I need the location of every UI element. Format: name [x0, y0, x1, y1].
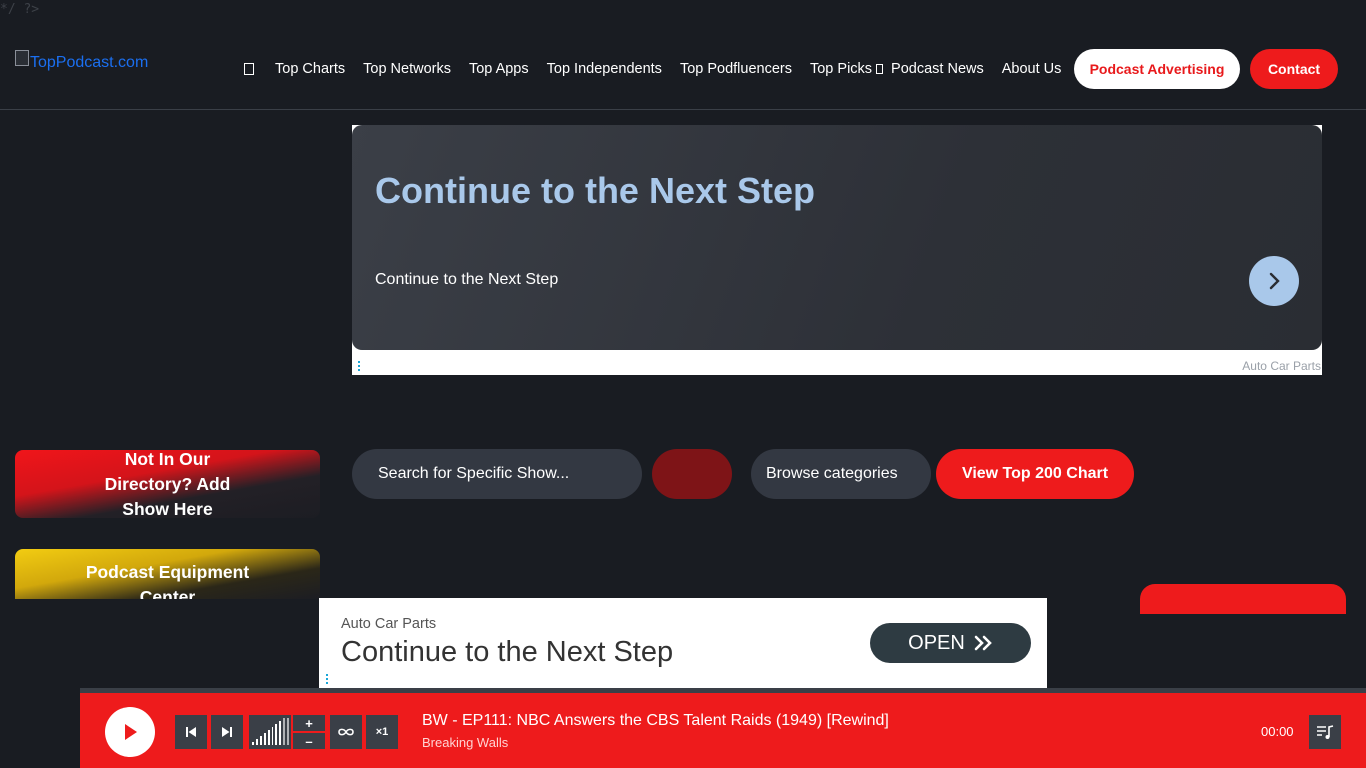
nav-top-apps[interactable]: Top Apps — [469, 58, 529, 80]
nav-top-networks[interactable]: Top Networks — [363, 58, 451, 80]
bottom-ad-sponsor: Auto Car Parts — [341, 616, 437, 632]
ad-next-button[interactable] — [1249, 256, 1299, 306]
bottom-ad-options-icon[interactable] — [326, 674, 328, 684]
speed-button[interactable]: ×1 — [366, 715, 398, 749]
browse-categories-select[interactable]: Browse categories — [751, 449, 931, 499]
play-button[interactable] — [105, 707, 155, 757]
ad-options-icon[interactable] — [358, 361, 361, 371]
next-button[interactable] — [211, 715, 243, 749]
audio-player: + – ×1 BW - EP111: NBC Answers the CBS T… — [80, 688, 1366, 768]
ad-subtext: Continue to the Next Step — [375, 271, 559, 288]
ad-card[interactable]: Continue to the Next Step Continue to th… — [352, 125, 1322, 350]
nav-top-independents[interactable]: Top Independents — [547, 58, 662, 80]
ad-sponsor[interactable]: Auto Car Parts — [1242, 359, 1321, 373]
add-show-button[interactable]: Not In Our Directory? Add Show Here — [15, 449, 320, 519]
home-icon[interactable] — [244, 63, 254, 75]
skip-next-icon — [222, 727, 232, 737]
volume-meter[interactable] — [249, 715, 291, 749]
search-button[interactable] — [652, 449, 732, 499]
ad-headline[interactable]: Continue to the Next Step — [375, 170, 815, 212]
nav-top-picks[interactable]: Top Picks — [809, 58, 884, 80]
volume-down-button[interactable]: – — [293, 733, 325, 749]
top-ad-banner[interactable]: Continue to the Next Step Continue to th… — [352, 125, 1322, 375]
loop-button[interactable] — [330, 715, 362, 749]
search-input[interactable] — [352, 449, 642, 499]
playback-time: 00:00 — [1261, 724, 1294, 739]
show-name[interactable]: Breaking Walls — [422, 735, 508, 750]
previous-button[interactable] — [175, 715, 207, 749]
logo-alt-text: TopPodcast.com — [30, 54, 149, 71]
site-header: TopPodcast.com Top Charts Top Networks T… — [0, 0, 1366, 110]
chevron-down-icon — [876, 64, 884, 74]
playlist-button[interactable] — [1309, 715, 1341, 749]
bottom-ad-headline[interactable]: Continue to the Next Step — [341, 636, 673, 669]
podcast-equipment-button[interactable]: Podcast Equipment Center — [15, 549, 320, 599]
ad-open-button[interactable]: OPEN — [870, 623, 1031, 663]
ad-open-label: OPEN — [908, 631, 965, 654]
site-logo[interactable]: TopPodcast.com — [15, 50, 149, 72]
playlist-icon — [1317, 725, 1334, 739]
play-icon — [125, 724, 137, 740]
nav-top-charts[interactable]: Top Charts — [275, 58, 345, 80]
nav-podcast-news[interactable]: Podcast News — [891, 58, 984, 80]
nav-about-us[interactable]: About Us — [1002, 58, 1062, 80]
infinity-icon — [338, 728, 354, 736]
contact-button[interactable]: Contact — [1250, 49, 1338, 89]
nav-top-picks-label: Top Picks — [809, 61, 873, 77]
skip-previous-icon — [186, 727, 196, 737]
main-nav: Top Charts Top Networks Top Apps Top Ind… — [244, 58, 1079, 80]
podcast-advertising-button[interactable]: Podcast Advertising — [1074, 49, 1240, 89]
nav-top-podfluencers[interactable]: Top Podfluencers — [680, 58, 792, 80]
partially-hidden-button[interactable] — [1140, 584, 1346, 614]
bottom-ad-banner[interactable]: Auto Car Parts Continue to the Next Step… — [319, 598, 1047, 688]
episode-title: BW - EP111: NBC Answers the CBS Talent R… — [422, 712, 889, 729]
volume-up-button[interactable]: + — [293, 715, 325, 731]
chevron-right-icon — [1269, 272, 1280, 290]
view-top-200-button[interactable]: View Top 200 Chart — [936, 449, 1134, 499]
broken-image-icon — [15, 50, 29, 66]
double-chevron-right-icon — [974, 635, 992, 651]
